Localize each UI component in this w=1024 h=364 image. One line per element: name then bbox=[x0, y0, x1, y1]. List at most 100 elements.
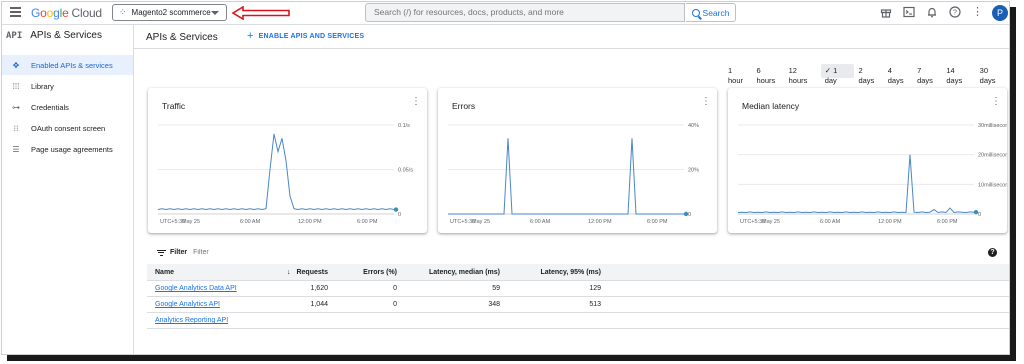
logo-cloud-text: Cloud bbox=[71, 6, 103, 20]
x-tick-label: May 25 bbox=[762, 219, 780, 225]
p95-cell: 513 bbox=[504, 296, 605, 313]
search-input[interactable] bbox=[366, 4, 682, 20]
api-link[interactable]: Analytics Reporting API bbox=[155, 317, 228, 324]
api-link[interactable]: Google Analytics API bbox=[155, 301, 220, 308]
sidebar-item-credentials[interactable]: ⊶ Credentials bbox=[2, 97, 133, 117]
api-name-cell: Google Analytics API bbox=[147, 296, 250, 313]
search-box[interactable] bbox=[365, 3, 685, 22]
more-vert-icon[interactable]: ⋮ bbox=[971, 6, 984, 19]
settings-list-icon: ☰ bbox=[12, 144, 20, 154]
enable-apis-label: ENABLE APIS AND SERVICES bbox=[258, 32, 365, 40]
y-tick-label: 20milliseconds bbox=[978, 153, 1007, 159]
errors-cell bbox=[332, 312, 401, 329]
sidebar-header: API APIs & Services bbox=[6, 30, 102, 41]
api-link[interactable]: Google Analytics Data API bbox=[155, 285, 237, 292]
range-1-day[interactable]: ✓ 1 day bbox=[820, 64, 855, 85]
chart-title: Errors bbox=[452, 101, 476, 111]
search-button[interactable]: Search bbox=[686, 3, 736, 22]
median-cell: 59 bbox=[401, 280, 504, 297]
spacer-cell bbox=[605, 280, 1009, 297]
range-2-days[interactable]: 2 days bbox=[854, 64, 883, 85]
y-tick-label: 0 bbox=[688, 212, 691, 218]
spacer-cell bbox=[605, 296, 1009, 313]
svg-text:?: ? bbox=[953, 10, 957, 17]
api-name-cell: Analytics Reporting API bbox=[147, 312, 250, 329]
arrow-down-icon: ↓ bbox=[286, 268, 291, 276]
range-1-hour[interactable]: 1 hour bbox=[724, 64, 753, 85]
help-icon[interactable]: ? bbox=[988, 248, 997, 257]
series-line bbox=[157, 133, 395, 211]
sidebar-item-label: OAuth consent screen bbox=[31, 123, 106, 133]
more-vert-icon[interactable]: ⋮ bbox=[991, 97, 1001, 107]
avatar[interactable]: P bbox=[992, 5, 1008, 21]
range-6-hours[interactable]: 6 hours bbox=[753, 64, 785, 85]
table-row: Google Analytics Data API 1,620 0 59 129 bbox=[147, 280, 1009, 297]
col-requests[interactable]: ↓ Requests bbox=[250, 264, 332, 281]
spacer-cell bbox=[605, 312, 1009, 329]
sidebar-item-label: Enabled APIs & services bbox=[31, 60, 113, 70]
project-name: Magento2 scommerce bbox=[131, 8, 211, 17]
range-12-hours[interactable]: 12 hours bbox=[785, 64, 821, 85]
x-tick-label: 12:00 PM bbox=[298, 219, 322, 225]
errors-card: 40% 20% 0 UTC+5:30 May 25 6:00 AM 12:00 PM 6:00… bbox=[438, 88, 717, 233]
search-icon bbox=[691, 8, 700, 17]
x-tick-label: 6:00 AM bbox=[530, 219, 551, 225]
help-icon[interactable]: ? bbox=[948, 6, 961, 19]
col-errors[interactable]: Errors (%) bbox=[332, 264, 401, 281]
gift-icon[interactable] bbox=[879, 6, 892, 19]
sidebar-item-page-usage[interactable]: ☰ Page usage agreements bbox=[2, 139, 133, 159]
y-tick-label: 20% bbox=[688, 168, 699, 174]
y-tick-label: 0.05/s bbox=[398, 168, 413, 174]
x-tick-label: 12:00 PM bbox=[878, 219, 902, 225]
sidebar-item-label: Page usage agreements bbox=[31, 144, 113, 154]
x-tick-label: 12:00 PM bbox=[588, 219, 612, 225]
sidebar: API APIs & Services ✥ Enabled APIs & ser… bbox=[2, 25, 134, 354]
sidebar-item-label: Library bbox=[31, 81, 54, 91]
col-latency-median[interactable]: Latency, median (ms) bbox=[401, 264, 504, 281]
sidebar-item-oauth[interactable]: ⁝⁝ OAuth consent screen bbox=[2, 118, 133, 138]
table-row: Google Analytics API 1,044 0 348 513 bbox=[147, 296, 1009, 313]
series-endpoint bbox=[973, 210, 979, 215]
enable-apis-button[interactable]: + ENABLE APIS AND SERVICES bbox=[247, 31, 365, 42]
google-cloud-logo[interactable]: Google Cloud bbox=[31, 6, 102, 20]
errors-chart: 40%20%0UTC+5:30May 25 6:00 AM 12:00 PM 6:00… bbox=[448, 123, 699, 225]
consent-icon: ⁝⁝ bbox=[13, 123, 19, 133]
notifications-icon[interactable] bbox=[925, 6, 938, 19]
filter-icon[interactable] bbox=[156, 248, 166, 257]
filter-input[interactable] bbox=[193, 249, 394, 256]
filter-label: Filter bbox=[170, 249, 188, 256]
y-tick-label: 0 bbox=[978, 212, 981, 218]
range-30-days[interactable]: 30 days bbox=[976, 64, 1009, 85]
project-picker[interactable]: ⁘ Magento2 scommerce bbox=[112, 4, 227, 21]
api-badge: API bbox=[6, 30, 23, 41]
col-name[interactable]: Name bbox=[147, 264, 250, 281]
col-requests-label: Requests bbox=[296, 268, 328, 276]
x-tick-label: 6:00 PM bbox=[357, 219, 378, 225]
key-icon: ⊶ bbox=[12, 102, 20, 112]
x-tick-label: May 25 bbox=[182, 219, 200, 225]
grid-icon: ⁞⁞⁞ bbox=[12, 81, 20, 91]
sidebar-item-library[interactable]: ⁞⁞⁞ Library bbox=[2, 76, 133, 96]
more-vert-icon[interactable]: ⋮ bbox=[411, 97, 421, 107]
p95-cell: 129 bbox=[504, 280, 605, 297]
errors-cell: 0 bbox=[332, 296, 401, 313]
project-icon: ⁘ bbox=[119, 7, 127, 17]
range-4-days[interactable]: 4 days bbox=[884, 64, 913, 85]
table-filter-bar: Filter ? bbox=[147, 245, 1009, 260]
more-vert-icon[interactable]: ⋮ bbox=[701, 97, 711, 107]
range-14-days[interactable]: 14 days bbox=[942, 64, 975, 85]
range-7-days[interactable]: 7 days bbox=[913, 64, 942, 85]
series-line bbox=[737, 154, 975, 214]
y-tick-label: 30milliseconds bbox=[978, 123, 1007, 129]
table-row: Analytics Reporting API bbox=[147, 312, 1009, 329]
col-latency-95[interactable]: Latency, 95% (ms) bbox=[504, 264, 605, 281]
y-tick-label: 40% bbox=[688, 123, 699, 129]
annotation-arrow bbox=[231, 6, 290, 20]
cloud-shell-icon[interactable] bbox=[902, 6, 915, 19]
x-tick-label: 6:00 PM bbox=[937, 219, 958, 225]
median-cell: 348 bbox=[401, 296, 504, 313]
sidebar-item-enabled-apis[interactable]: ✥ Enabled APIs & services bbox=[2, 55, 133, 75]
requests-cell: 1,620 bbox=[250, 280, 332, 297]
menu-icon[interactable] bbox=[10, 7, 21, 19]
top-bar: Google Cloud ⁘ Magento2 scommerce Search … bbox=[2, 2, 1009, 25]
